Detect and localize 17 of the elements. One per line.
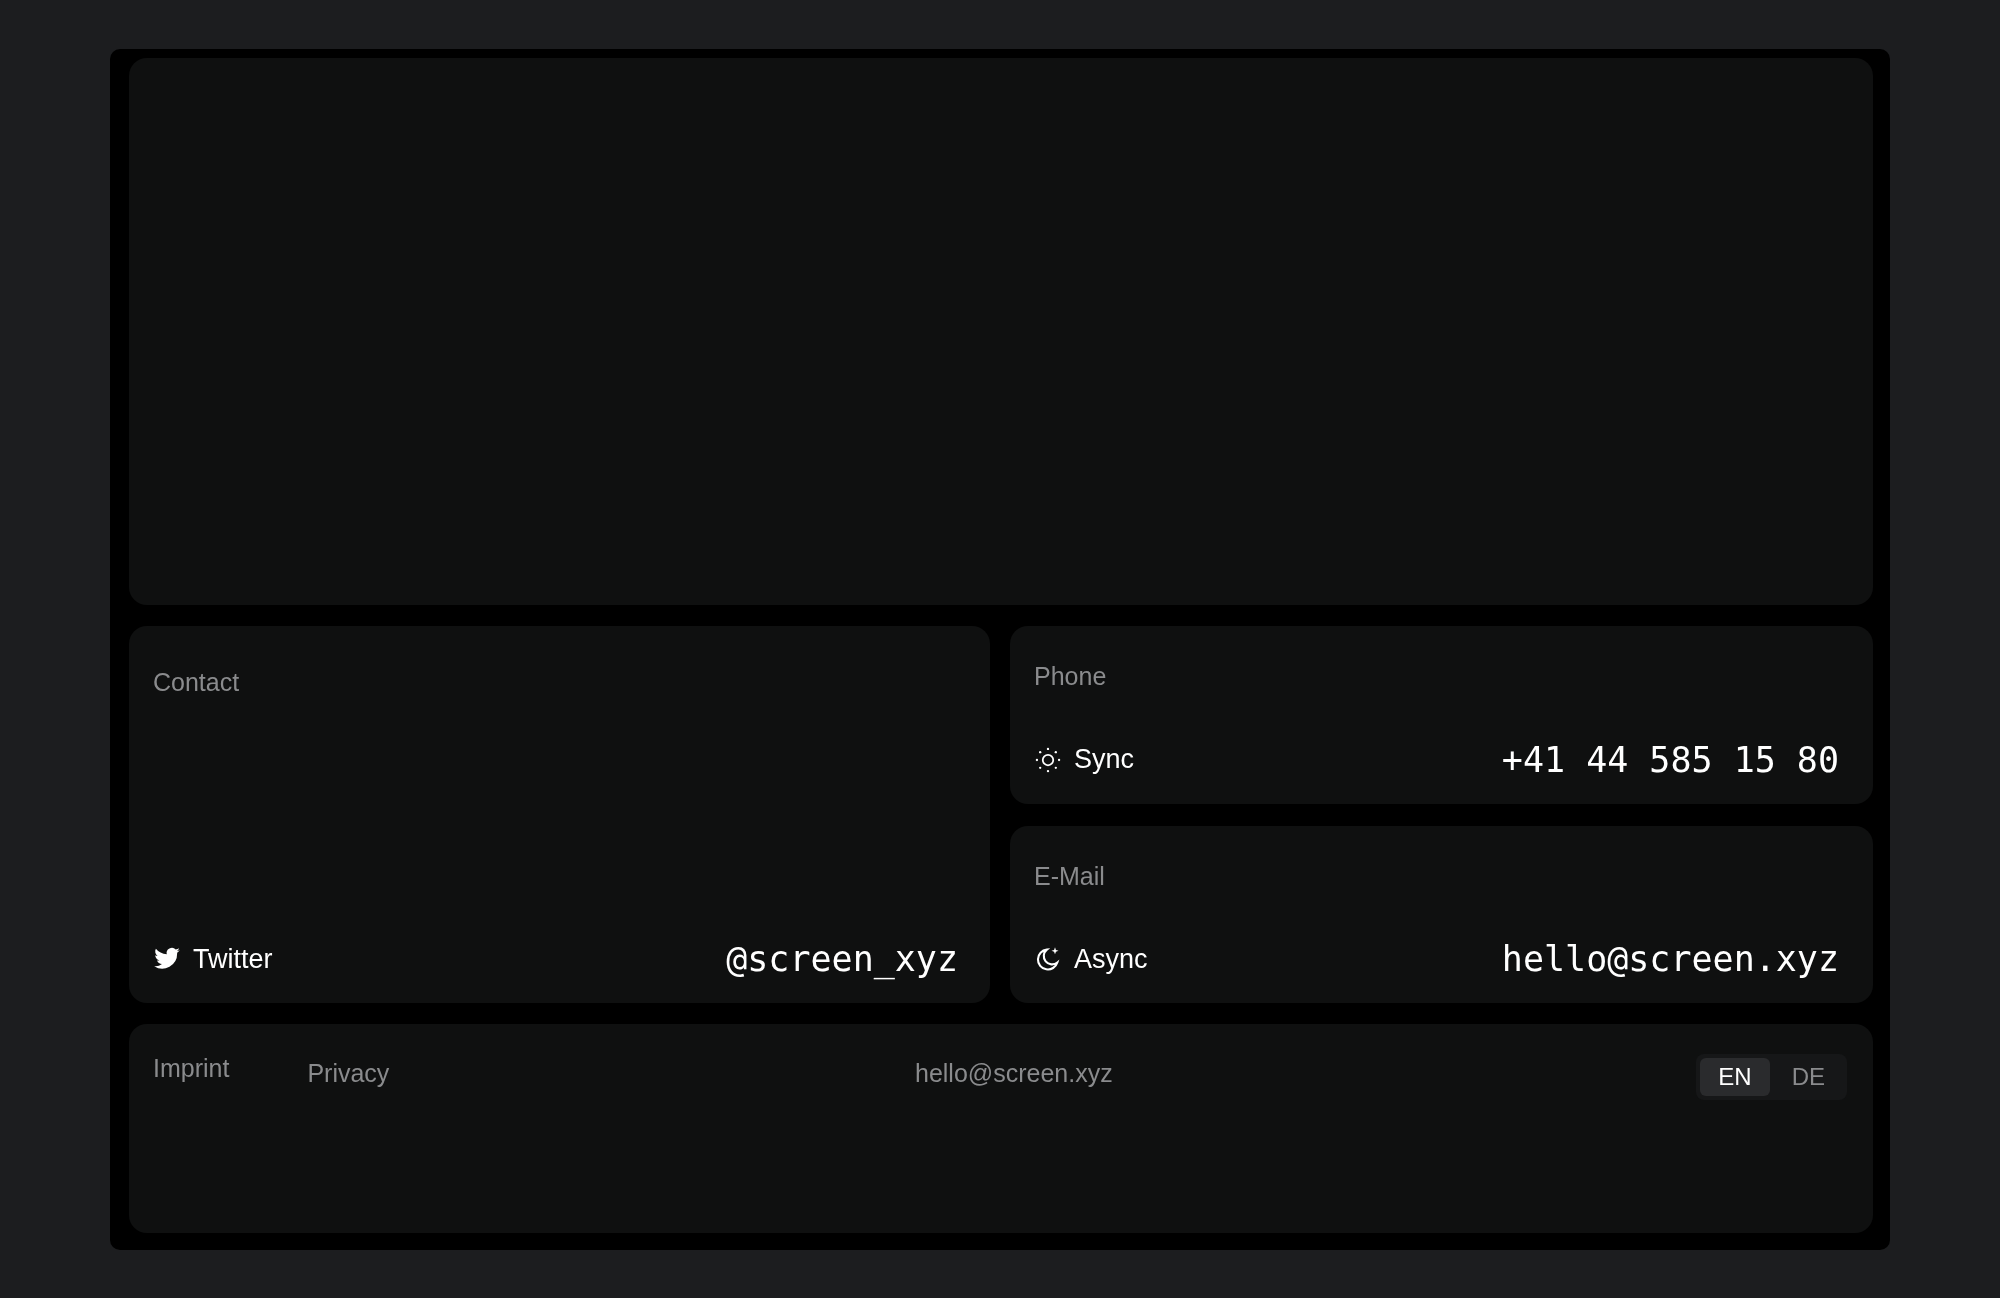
mode-label: Async	[1074, 943, 1148, 975]
email-address[interactable]: hello@screen.xyz	[1501, 939, 1839, 979]
twitter-handle: @screen_xyz	[726, 939, 958, 979]
card-label: E-Mail	[1034, 861, 1105, 891]
service-name: Twitter	[193, 943, 273, 975]
mode-label: Sync	[1074, 744, 1135, 775]
card-label: Phone	[1034, 662, 1107, 691]
twitter-link[interactable]: Twitter	[153, 943, 273, 975]
sun-icon	[1034, 745, 1062, 774]
language-option[interactable]: DE	[1773, 1058, 1843, 1096]
phone-number[interactable]: +41 44 585 15 80	[1501, 739, 1839, 780]
footer-link[interactable]: Imprint	[153, 1054, 230, 1083]
card-label: Contact	[153, 668, 240, 697]
footer-link[interactable]: Privacy	[307, 1059, 390, 1088]
footer-email-link[interactable]: hello@screen.xyz	[915, 1059, 1113, 1088]
language-option[interactable]: EN	[1700, 1058, 1770, 1096]
moon-icon	[1034, 945, 1062, 973]
